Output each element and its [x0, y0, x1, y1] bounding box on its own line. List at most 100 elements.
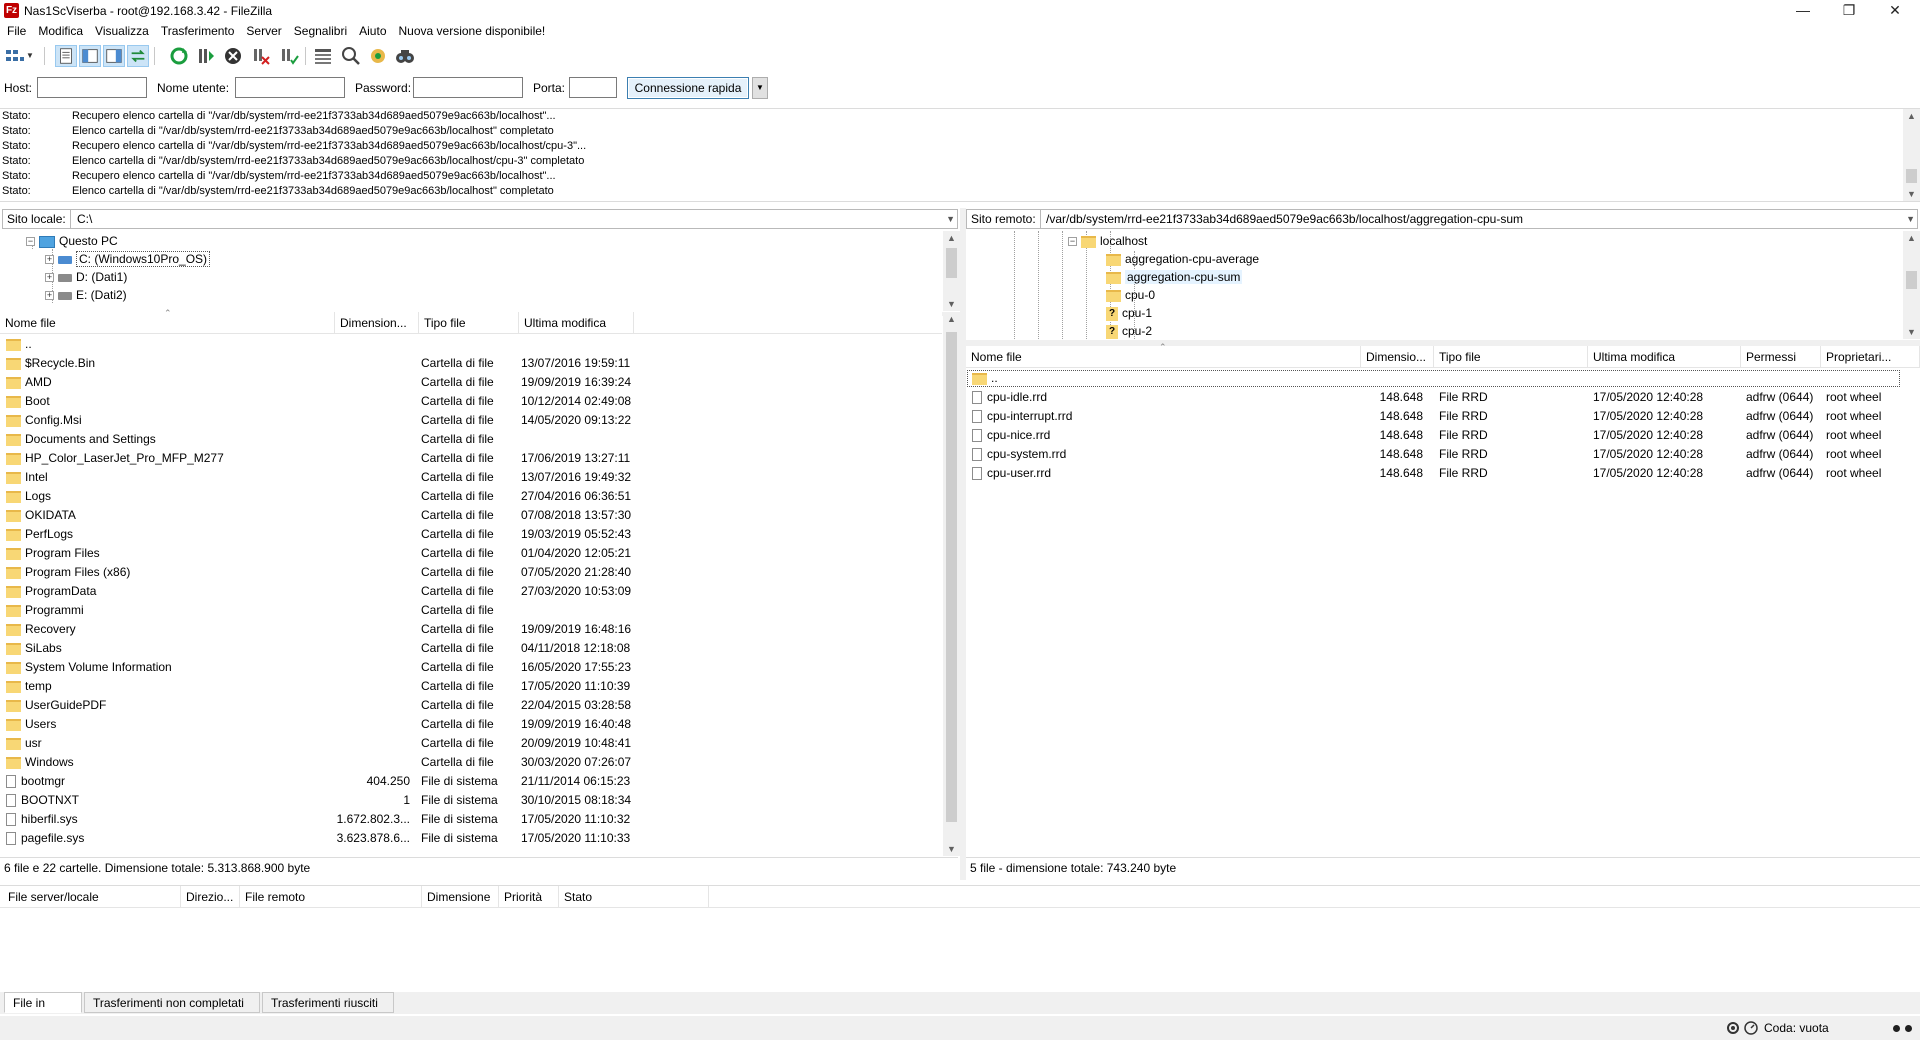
local-tree-item[interactable]: + E: (Dati2) [45, 286, 127, 304]
table-row[interactable]: temp Cartella di file 17/05/2020 11:10:39 [0, 677, 942, 696]
remote-col-header[interactable]: Permessi [1741, 346, 1821, 368]
menu-item-2[interactable]: Visualizza [88, 22, 154, 42]
expand-icon[interactable]: + [45, 255, 54, 265]
speed-limit-icon[interactable] [1744, 1021, 1758, 1035]
queue-col-header[interactable]: File remoto [240, 886, 422, 908]
scroll-down-icon[interactable]: ▼ [1903, 187, 1920, 201]
local-col-header[interactable]: Dimension... [335, 312, 419, 334]
table-row[interactable]: Program Files (x86) Cartella di file 07/05… [0, 563, 942, 582]
queue-col-header[interactable]: Stato [559, 886, 709, 908]
menu-item-6[interactable]: Aiuto [352, 22, 391, 42]
queue-col-header[interactable]: File server/locale [3, 886, 181, 908]
table-row[interactable]: Boot Cartella di file 10/12/2014 02:49:08 [0, 392, 942, 411]
process-queue-icon[interactable] [195, 45, 217, 67]
remote-tree-item[interactable]: ? cpu-1 [1106, 304, 1152, 322]
table-row[interactable]: cpu-idle.rrd 148.648 File RRD 17/05/2020 12… [966, 388, 1920, 407]
local-tree-item[interactable]: − Questo PC [26, 232, 118, 250]
table-row[interactable]: bootmgr 404.250 File di sistema 21/11/2014 … [0, 772, 942, 791]
local-col-header[interactable]: Tipo file [419, 312, 519, 334]
expand-icon[interactable]: + [45, 273, 54, 283]
menu-item-5[interactable]: Segnalibri [287, 22, 352, 42]
search-icon[interactable] [394, 45, 416, 67]
toggle-log-icon[interactable] [55, 45, 77, 67]
table-row[interactable]: UserGuidePDF Cartella di file 22/04/2015 0… [0, 696, 942, 715]
toggle-remote-tree-icon[interactable] [103, 45, 125, 67]
compare-icon[interactable] [340, 45, 362, 67]
scroll-thumb[interactable] [1906, 169, 1917, 183]
refresh-icon[interactable] [168, 45, 190, 67]
table-row[interactable]: Intel Cartella di file 13/07/2016 19:49:32 [0, 468, 942, 487]
close-icon[interactable]: ✕ [1872, 0, 1918, 22]
username-input[interactable] [235, 77, 345, 98]
queue-col-header[interactable]: Dimensione [422, 886, 499, 908]
table-row[interactable]: Users Cartella di file 19/09/2019 16:40:48 [0, 715, 942, 734]
remote-tree-scrollbar[interactable]: ▲ ▼ [1903, 231, 1920, 339]
table-row[interactable]: usr Cartella di file 20/09/2019 10:48:41 [0, 734, 942, 753]
dropdown-icon[interactable]: ▼ [26, 45, 38, 67]
remote-tree-item[interactable]: aggregation-cpu-average [1106, 250, 1259, 268]
queue-col-header[interactable]: Direzio... [181, 886, 240, 908]
remote-col-header[interactable]: Ultima modifica [1588, 346, 1741, 368]
minimize-icon[interactable]: — [1780, 0, 1826, 22]
table-row[interactable]: cpu-user.rrd 148.648 File RRD 17/05/2020 12… [966, 464, 1920, 483]
table-row[interactable]: pagefile.sys 3.623.878.6... File di sistem… [0, 829, 942, 848]
remote-tree-item[interactable]: − localhost [1068, 232, 1147, 250]
menu-item-7[interactable]: Nuova versione disponibile! [392, 22, 551, 42]
local-path-dropdown-icon[interactable]: ▼ [946, 210, 955, 228]
reconnect-icon[interactable] [278, 45, 300, 67]
expand-icon[interactable]: + [45, 291, 54, 301]
table-row[interactable]: OKIDATA Cartella di file 07/08/2018 13:57:… [0, 506, 942, 525]
port-input[interactable] [569, 77, 617, 98]
table-row[interactable]: Logs Cartella di file 27/04/2016 06:36:51 [0, 487, 942, 506]
collapse-icon[interactable]: − [1068, 237, 1077, 247]
menu-item-0[interactable]: File [0, 22, 31, 42]
remote-col-header[interactable]: Dimensio... [1361, 346, 1434, 368]
filter-icon[interactable] [312, 45, 334, 67]
local-tree-item[interactable]: + C: (Windows10Pro_OS) [45, 250, 211, 268]
sync-browse-icon[interactable] [367, 45, 389, 67]
table-row[interactable]: Documents and Settings Cartella di file [0, 430, 942, 449]
menu-item-4[interactable]: Server [239, 22, 286, 42]
log-scrollbar[interactable]: ▲ ▼ [1903, 109, 1920, 201]
table-row[interactable]: cpu-nice.rrd 148.648 File RRD 17/05/2020 12… [966, 426, 1920, 445]
table-row[interactable]: cpu-system.rrd 148.648 File RRD 17/05/2020 … [966, 445, 1920, 464]
menu-item-3[interactable]: Trasferimento [154, 22, 240, 42]
local-list-scrollbar[interactable]: ▲ ▼ [943, 312, 960, 856]
quickconnect-button[interactable]: Connessione rapida [627, 77, 749, 99]
local-col-header[interactable]: Ultima modifica [519, 312, 634, 334]
toggle-queue-icon[interactable] [127, 45, 149, 67]
table-row[interactable]: SiLabs Cartella di file 04/11/2018 12:18:0… [0, 639, 942, 658]
site-manager-icon[interactable] [4, 45, 26, 67]
remote-tree-item[interactable]: aggregation-cpu-sum [1106, 268, 1243, 286]
password-input[interactable] [413, 77, 523, 98]
remote-tree-item[interactable]: ? cpu-2 [1106, 322, 1152, 340]
table-row[interactable]: Programmi Cartella di file [0, 601, 942, 620]
table-row[interactable]: HP_Color_LaserJet_Pro_MFP_M277 Cartella d… [0, 449, 942, 468]
quickconnect-dropdown-icon[interactable]: ▼ [752, 77, 768, 99]
scroll-down-icon[interactable]: ▼ [943, 842, 960, 856]
restore-icon[interactable]: ❐ [1826, 0, 1872, 22]
local-tree-item[interactable]: + D: (Dati1) [45, 268, 127, 286]
table-row[interactable]: ProgramData Cartella di file 27/03/2020 10… [0, 582, 942, 601]
remote-path-input[interactable]: /var/db/system/rrd-ee21f3733ab34d689aed5… [1046, 210, 1523, 228]
queue-tab[interactable]: File in coda [4, 992, 82, 1030]
table-row[interactable]: .. [0, 335, 942, 354]
host-input[interactable] [37, 77, 147, 98]
disconnect-icon[interactable] [250, 45, 272, 67]
table-row[interactable]: PerfLogs Cartella di file 19/03/2019 05:52… [0, 525, 942, 544]
local-path-input[interactable]: C:\ [77, 210, 92, 228]
collapse-icon[interactable]: − [26, 237, 35, 247]
queue-tab[interactable]: Trasferimenti non completati [84, 992, 260, 1013]
table-row[interactable]: Config.Msi Cartella di file 14/05/2020 09:… [0, 411, 942, 430]
table-row[interactable]: System Volume Information Cartella di fil… [0, 658, 942, 677]
remote-col-header[interactable]: Tipo file [1434, 346, 1588, 368]
scroll-up-icon[interactable]: ▲ [943, 312, 960, 326]
table-row[interactable]: $Recycle.Bin Cartella di file 13/07/2016 1… [0, 354, 942, 373]
queue-tab[interactable]: Trasferimenti riusciti [262, 992, 394, 1013]
remote-path-dropdown-icon[interactable]: ▼ [1906, 210, 1915, 228]
scroll-thumb[interactable] [946, 332, 957, 822]
table-row[interactable]: Recovery Cartella di file 19/09/2019 16:48… [0, 620, 942, 639]
menu-item-1[interactable]: Modifica [31, 22, 88, 42]
remote-tree-item[interactable]: cpu-0 [1106, 286, 1155, 304]
toggle-local-tree-icon[interactable] [79, 45, 101, 67]
